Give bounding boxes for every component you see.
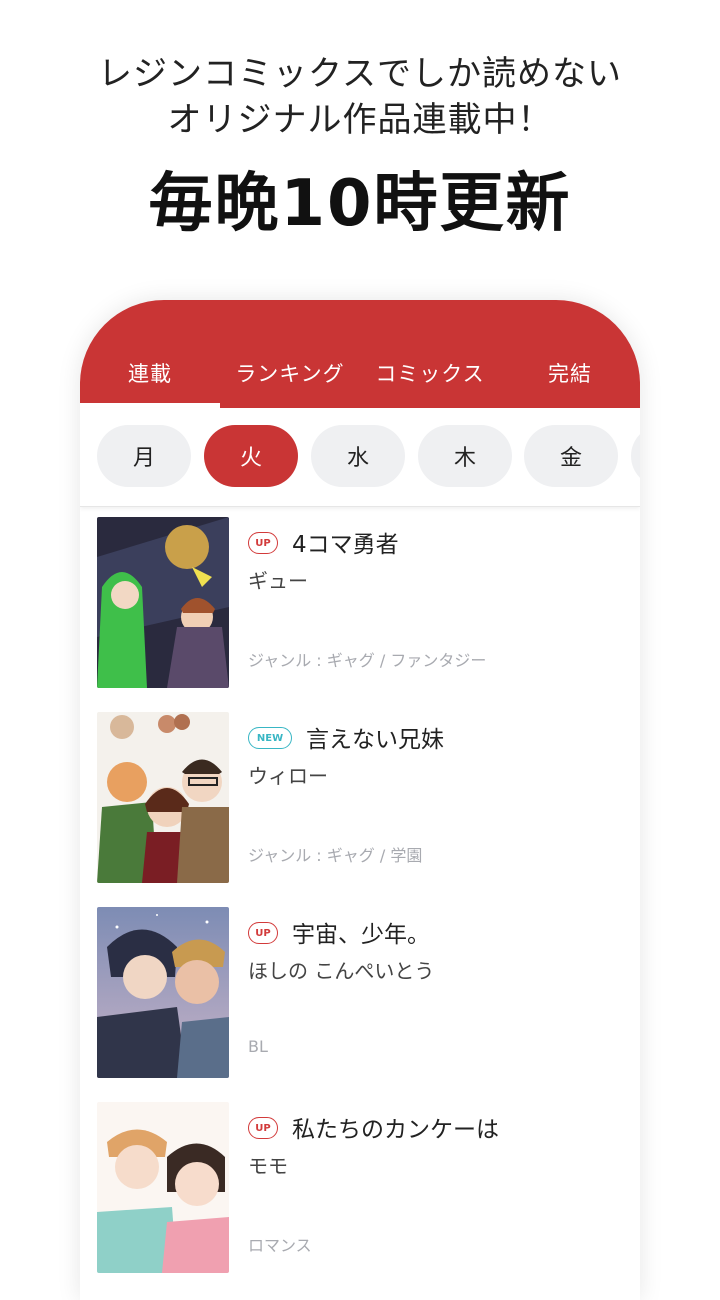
tab-bar: 連載 ランキング コミックス 完結 bbox=[80, 300, 640, 408]
promo-headline: 毎晩10時更新 bbox=[148, 167, 572, 241]
comic-thumbnail bbox=[97, 1102, 229, 1273]
comic-thumbnail bbox=[97, 517, 229, 688]
comic-thumbnail bbox=[97, 907, 229, 1078]
comic-author: ウィロー bbox=[248, 764, 328, 788]
day-thu[interactable]: 木 bbox=[418, 425, 512, 487]
list-item[interactable]: UP 宇宙、少年。 ほしの こんぺいとう BL bbox=[80, 897, 640, 1092]
day-mon[interactable]: 月 bbox=[97, 425, 191, 487]
comic-genre: ジャンル : ギャグ / 学園 bbox=[248, 846, 423, 865]
phone-frame: 連載 ランキング コミックス 完結 月 火 水 木 金 UP 4コマ勇者 ギュー… bbox=[80, 300, 640, 1300]
up-badge: UP bbox=[248, 532, 278, 554]
tab-serial[interactable]: 連載 bbox=[80, 358, 220, 388]
comic-title: 言えない兄妹 bbox=[306, 727, 444, 753]
day-selector: 月 火 水 木 金 bbox=[80, 408, 640, 507]
up-badge: UP bbox=[248, 922, 278, 944]
list-item[interactable]: UP 私たちのカンケーは モモ ロマンス bbox=[80, 1092, 640, 1287]
comic-title: 私たちのカンケーは bbox=[292, 1117, 499, 1143]
tab-comics[interactable]: コミックス bbox=[360, 358, 500, 388]
comic-author: モモ bbox=[248, 1154, 288, 1178]
comic-author: ギュー bbox=[248, 569, 308, 593]
comic-title: 4コマ勇者 bbox=[292, 532, 399, 558]
day-fri[interactable]: 金 bbox=[524, 425, 618, 487]
comic-genre: ロマンス bbox=[248, 1236, 312, 1255]
day-tue[interactable]: 火 bbox=[204, 425, 298, 487]
comic-author: ほしの こんぺいとう bbox=[248, 959, 435, 983]
promo-line-2: オリジナル作品連載中！ bbox=[167, 100, 553, 140]
promo-line-1: レジンコミックスでしか読めない bbox=[98, 54, 622, 94]
list-item[interactable]: NEW 言えない兄妹 ウィロー ジャンル : ギャグ / 学園 bbox=[80, 702, 640, 897]
comic-genre: BL bbox=[248, 1037, 268, 1056]
tab-ranking[interactable]: ランキング bbox=[220, 358, 360, 388]
tab-completed[interactable]: 完結 bbox=[500, 358, 640, 388]
new-badge: NEW bbox=[248, 727, 292, 749]
up-badge: UP bbox=[248, 1117, 278, 1139]
day-wed[interactable]: 水 bbox=[311, 425, 405, 487]
list-item[interactable]: UP 4コマ勇者 ギュー ジャンル : ギャグ / ファンタジー bbox=[80, 507, 640, 702]
day-next-partial[interactable] bbox=[631, 425, 640, 487]
comic-title: 宇宙、少年。 bbox=[292, 922, 430, 948]
comic-genre: ジャンル : ギャグ / ファンタジー bbox=[248, 651, 487, 670]
comic-thumbnail bbox=[97, 712, 229, 883]
